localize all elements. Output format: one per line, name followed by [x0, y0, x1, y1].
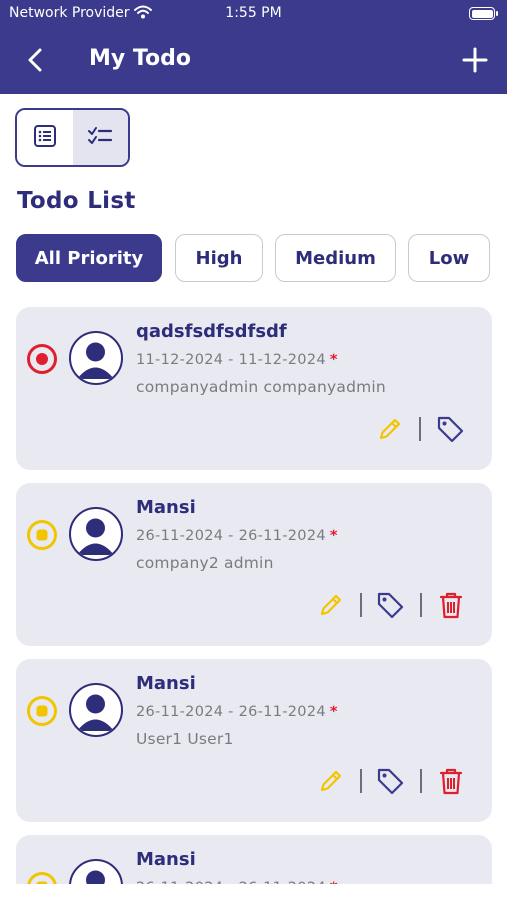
filter-low[interactable]: Low	[408, 234, 490, 282]
action-divider	[420, 769, 422, 793]
pencil-icon[interactable]	[316, 766, 346, 796]
tag-icon[interactable]	[374, 765, 404, 795]
todo-title: qadsfsdfsdfsdf	[136, 321, 287, 342]
list-view-button[interactable]	[17, 110, 73, 165]
trash-icon[interactable]	[436, 765, 466, 795]
trash-icon[interactable]	[436, 589, 466, 619]
avatar	[69, 331, 123, 385]
todo-title: Mansi	[136, 673, 196, 694]
checklist-view-button[interactable]	[72, 110, 128, 165]
todo-dates: 11-12-2024 - 11-12-2024 *	[136, 352, 338, 368]
todo-card[interactable]: Mansi 26-11-2024 - 26-11-2024 * company2 …	[16, 483, 492, 646]
todo-dates: 26-11-2024 - 26-11-2024*	[136, 704, 338, 720]
action-divider	[360, 593, 362, 617]
todo-assignee: companyadmin companyadmin	[136, 378, 386, 396]
filter-all-priority[interactable]: All Priority	[16, 234, 162, 282]
todo-title: Mansi	[136, 849, 196, 870]
priority-radio-medium[interactable]	[27, 520, 57, 550]
page-title: My Todo	[89, 46, 191, 71]
priority-radio-high[interactable]	[27, 344, 57, 374]
avatar	[69, 507, 123, 561]
filter-high[interactable]: High	[175, 234, 263, 282]
todo-assignee: User1 User1	[136, 730, 234, 748]
filter-medium[interactable]: Medium	[275, 234, 396, 282]
todo-assignee: company2 admin	[136, 554, 274, 572]
avatar	[69, 683, 123, 737]
todo-card[interactable]: qadsfsdfsdfsdf 11-12-2024 - 11-12-2024 * …	[16, 307, 492, 470]
priority-radio-medium[interactable]	[27, 696, 57, 726]
bottom-safe-area	[0, 884, 507, 900]
status-time: 1:55 PM	[225, 5, 282, 21]
list-view-icon	[32, 123, 58, 153]
action-divider	[419, 417, 421, 441]
app-header: My Todo	[0, 28, 507, 94]
status-bar: Network Provider 1:55 PM	[0, 0, 507, 28]
checklist-view-icon	[86, 123, 114, 153]
action-divider	[360, 769, 362, 793]
action-divider	[420, 593, 422, 617]
tag-icon[interactable]	[374, 589, 404, 619]
pencil-icon[interactable]	[316, 590, 346, 620]
chevron-left-icon[interactable]	[22, 46, 50, 74]
plus-icon[interactable]	[461, 46, 489, 74]
section-title: Todo List	[17, 188, 136, 214]
todo-dates: 26-11-2024 - 26-11-2024*	[136, 528, 338, 544]
view-toggle	[15, 108, 130, 167]
todo-card[interactable]: Mansi 26-11-2024 - 26-11-2024 * User1 Use…	[16, 659, 492, 822]
pencil-icon[interactable]	[375, 414, 405, 444]
app-screen: Network Provider 1:55 PM My Todo Todo Li…	[0, 0, 507, 900]
battery-icon	[469, 7, 498, 20]
tag-icon[interactable]	[434, 413, 464, 443]
todo-title: Mansi	[136, 497, 196, 518]
